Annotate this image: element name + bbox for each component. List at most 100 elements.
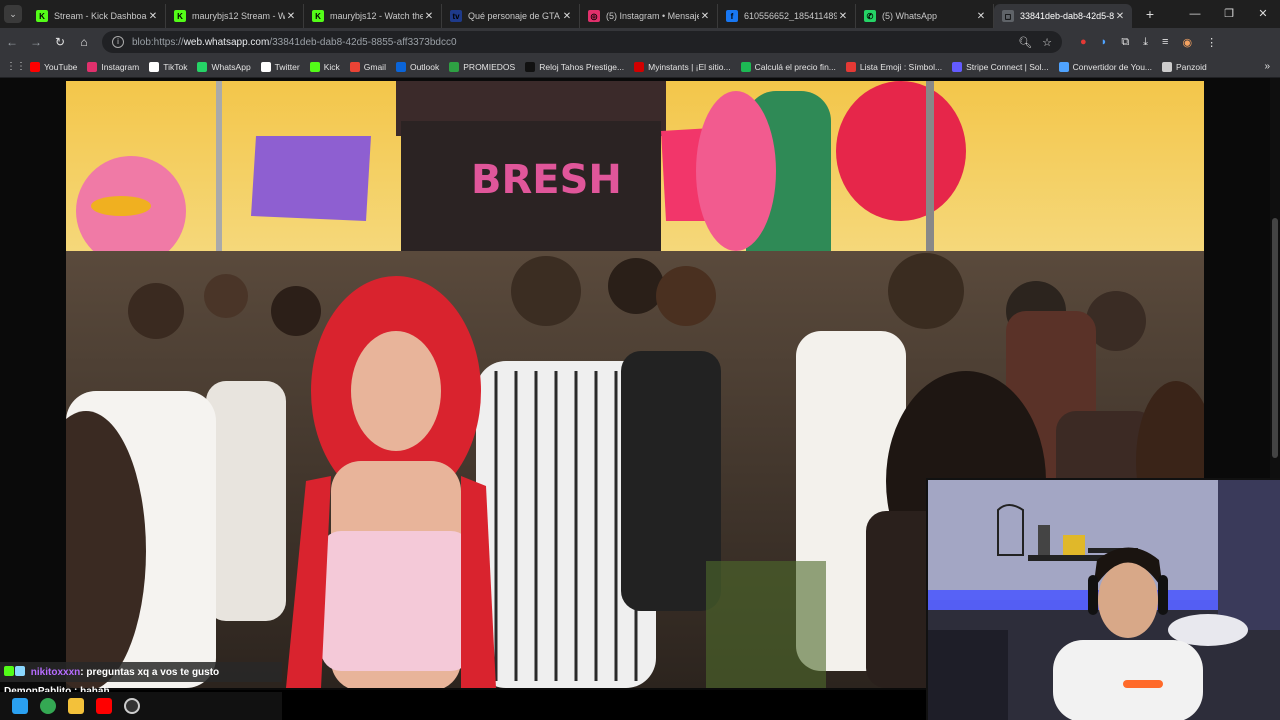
bookmark-label: Reloj Tahos Prestige... <box>539 61 625 72</box>
window-controls: — ❐ ✕ <box>1178 0 1280 28</box>
bookmark-label: Instagram <box>101 61 140 72</box>
bookmark-favicon-icon <box>30 61 40 72</box>
bookmark-item[interactable]: PROMIEDOS <box>449 61 515 72</box>
bookmark-item[interactable]: WhatsApp <box>197 61 251 72</box>
bookmark-label: YouTube <box>44 61 78 72</box>
tab-title: (5) Instagram • Mensajes <box>606 11 699 21</box>
chrome-icon[interactable] <box>40 698 56 714</box>
facebook-icon: f <box>726 10 738 22</box>
zoom-icon[interactable]: 🔍︎ <box>1018 36 1032 49</box>
bookmarks-overflow-icon[interactable]: » <box>1264 61 1270 72</box>
restore-icon[interactable]: ❐ <box>1212 0 1246 28</box>
kick-icon: K <box>174 10 186 22</box>
bookmark-item[interactable]: Myinstants | ¡El sitio... <box>634 61 731 72</box>
tab-close-icon[interactable]: ✕ <box>561 11 573 22</box>
tab-close-icon[interactable]: ✕ <box>423 11 435 22</box>
extensions-puzzle-icon[interactable]: ⧉ <box>1121 36 1129 49</box>
extension-red-icon[interactable]: ● <box>1080 36 1087 49</box>
home-icon[interactable]: ⌂ <box>72 35 96 49</box>
bookmark-item[interactable]: Gmail <box>349 61 386 72</box>
menu-kebab-icon[interactable]: ⋮ <box>1206 36 1217 49</box>
bookmark-favicon-icon <box>197 61 208 72</box>
browser-tab[interactable]: f 610556652_185411489951✕ <box>718 4 856 28</box>
tab-close-icon[interactable]: ✕ <box>1114 11 1126 22</box>
tab-close-icon[interactable]: ✕ <box>699 11 711 22</box>
bookmark-label: Myinstants | ¡El sitio... <box>648 61 731 72</box>
browser-tab[interactable]: Kmaurybjs12 Stream - Wat ✕ <box>166 4 304 28</box>
bookmark-item[interactable]: Lista Emoji : Símbol... <box>845 61 943 72</box>
tab-title: Qué personaje de GTA Vi <box>468 11 561 21</box>
kick-icon: K <box>36 10 48 22</box>
bookmark-item[interactable]: Kick <box>309 61 340 72</box>
new-tab-button[interactable]: + <box>1140 6 1160 22</box>
streamer-webcam <box>926 478 1280 720</box>
bookmark-item[interactable]: TikTok <box>149 61 187 72</box>
obs-icon[interactable] <box>124 698 140 714</box>
close-window-icon[interactable]: ✕ <box>1246 0 1280 28</box>
download-icon[interactable]: ⤓ <box>1143 36 1148 49</box>
chat-badges <box>4 666 26 678</box>
bookmark-item[interactable]: Calculá el precio fin... <box>740 61 836 72</box>
browser-tab[interactable]: Kmaurybjs12 - Watch the \ ✕ <box>304 4 442 28</box>
bookmark-item[interactable]: Stripe Connect | Sol... <box>952 61 1049 72</box>
bookmark-label: Gmail <box>363 61 386 72</box>
extension-wave-icon[interactable]: ◗ <box>1101 36 1108 49</box>
tab-close-icon[interactable]: ✕ <box>837 11 849 22</box>
bookmark-favicon-icon <box>349 61 360 72</box>
tab-close-icon[interactable]: ✕ <box>147 11 159 22</box>
chat-message: nikitoxxxn: preguntas xq a vos te gusto <box>0 662 282 682</box>
browser-tab[interactable]: ◻ 33841deb-dab8-42d5-88 ✕ <box>994 4 1132 28</box>
bookmark-item[interactable]: Twitter <box>260 61 300 72</box>
tab-search-icon[interactable]: ⌄ <box>4 5 22 23</box>
bookmark-label: Twitter <box>274 61 300 72</box>
file-explorer-icon[interactable] <box>68 698 84 714</box>
site-info-icon[interactable]: i <box>112 36 124 48</box>
bookmarks-bar: ⋮⋮ YouTube Instagram TikTok WhatsApp Twitter… <box>0 56 1280 78</box>
blob-icon: ◻ <box>1002 10 1014 22</box>
tab-strip: ⌄ K Stream - Kick Dashboard ✕ Kmaurybjs12 S… <box>0 0 1280 28</box>
minimize-icon[interactable]: — <box>1178 0 1212 28</box>
browser-tab[interactable]: tv Qué personaje de GTA Vi ✕ <box>442 4 580 28</box>
reload-icon[interactable]: ↻ <box>48 35 72 49</box>
bookmark-favicon-icon <box>87 61 98 72</box>
bookmark-label: WhatsApp <box>211 61 251 72</box>
tab-title: Stream - Kick Dashboard <box>54 11 147 21</box>
tab-title: 33841deb-dab8-42d5-88 <box>1020 11 1114 21</box>
url-host: web.whatsapp.com <box>183 36 270 48</box>
bookmark-label: Kick <box>323 61 340 72</box>
bookmark-label: Lista Emoji : Símbol... <box>859 61 943 72</box>
browser-tab[interactable]: K Stream - Kick Dashboard ✕ <box>28 4 166 28</box>
tab-close-icon[interactable]: ✕ <box>285 11 297 22</box>
bookmark-label: Outlook <box>409 61 440 72</box>
browser-tab[interactable]: ✆ (5) WhatsApp ✕ <box>856 4 994 28</box>
tvg-icon: tv <box>450 10 462 22</box>
tab-title: maurybjs12 - Watch the \ <box>330 11 423 21</box>
tab-close-icon[interactable]: ✕ <box>975 11 987 22</box>
bookmark-favicon-icon <box>1162 61 1173 72</box>
bookmark-item[interactable]: YouTube <box>30 61 78 72</box>
bookmark-item[interactable]: Convertidor de You... <box>1058 61 1152 72</box>
media-control-icon[interactable]: ≡ <box>1162 36 1168 49</box>
bookmark-favicon-icon <box>449 61 460 72</box>
tab-title: maurybjs12 Stream - Wat <box>192 11 285 21</box>
browser-tab[interactable]: ◎ (5) Instagram • Mensajes ✕ <box>580 4 718 28</box>
bookmark-star-icon[interactable]: ☆ <box>1042 36 1052 49</box>
bookmark-item[interactable]: Panzoid <box>1162 61 1207 72</box>
youtube-icon[interactable] <box>96 698 112 714</box>
bookmark-label: Stripe Connect | Sol... <box>966 61 1049 72</box>
profile-avatar-icon[interactable]: ◉ <box>1182 36 1192 49</box>
apps-grid-icon[interactable]: ⋮⋮ <box>6 61 26 72</box>
back-icon[interactable]: ← <box>0 35 24 49</box>
bookmark-favicon-icon <box>395 61 406 72</box>
forward-icon[interactable]: → <box>24 35 48 49</box>
chat-text: : preguntas xq a vos te gusto <box>80 667 220 678</box>
windows-start-icon[interactable] <box>12 698 28 714</box>
bookmark-item[interactable]: Reloj Tahos Prestige... <box>525 61 625 72</box>
bookmark-favicon-icon <box>845 61 856 72</box>
bookmark-item[interactable]: Outlook <box>395 61 440 72</box>
kick-badge-icon <box>4 666 14 676</box>
bookmark-item[interactable]: Instagram <box>87 61 140 72</box>
scrollbar-thumb[interactable] <box>1272 218 1278 458</box>
bookmark-favicon-icon <box>634 61 645 72</box>
address-bar[interactable]: i blob:https://web.whatsapp.com/33841deb… <box>102 31 1062 53</box>
